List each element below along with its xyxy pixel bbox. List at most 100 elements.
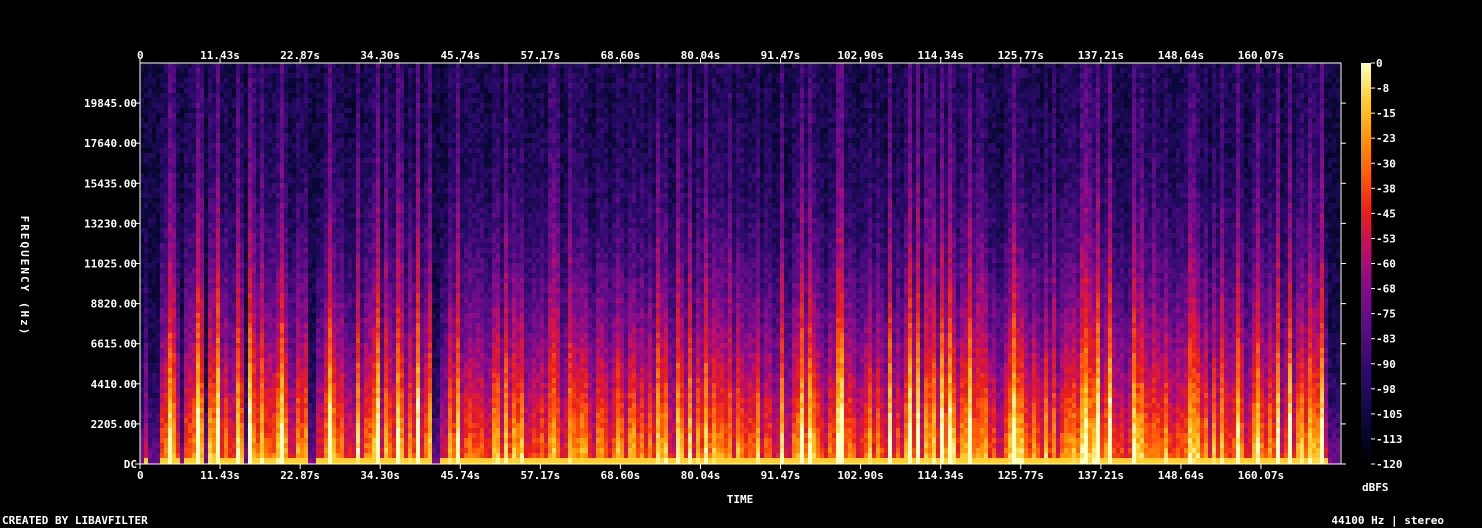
heatmap-cell	[200, 63, 204, 68]
heatmap-cell	[344, 273, 348, 278]
heatmap-cell	[244, 343, 248, 348]
heatmap-cell	[384, 278, 388, 283]
heatmap-cell	[224, 118, 228, 123]
heatmap-cell	[252, 338, 256, 343]
heatmap-cell	[232, 113, 236, 118]
heatmap-cell	[240, 448, 244, 453]
heatmap-cell	[200, 253, 204, 258]
heatmap-cell	[212, 128, 216, 133]
heatmap-cell	[264, 243, 268, 248]
heatmap-cell	[368, 93, 372, 98]
heatmap-cell	[168, 113, 172, 118]
heatmap-cell	[380, 138, 384, 143]
heatmap-cell	[296, 328, 300, 333]
heatmap-cell	[236, 238, 240, 243]
heatmap-cell	[156, 253, 160, 258]
heatmap-cell	[244, 293, 248, 298]
heatmap-cell	[336, 348, 340, 353]
heatmap-cell	[236, 158, 240, 163]
heatmap-cell	[292, 83, 296, 88]
heatmap-cell	[248, 398, 252, 403]
heatmap-cell	[384, 313, 388, 318]
heatmap-cell	[272, 148, 276, 153]
heatmap-cell	[220, 113, 224, 118]
heatmap-cell	[320, 228, 324, 233]
heatmap-cell	[384, 133, 388, 138]
heatmap-cell	[180, 123, 184, 128]
heatmap-cell	[224, 238, 228, 243]
heatmap-cell	[164, 288, 168, 293]
heatmap-cell	[360, 408, 364, 413]
heatmap-cell	[316, 338, 320, 343]
heatmap-cell	[312, 178, 316, 183]
heatmap-cell	[192, 93, 196, 98]
heatmap-cell	[300, 338, 304, 343]
heatmap-cell	[176, 288, 180, 293]
heatmap-cell	[144, 193, 148, 198]
heatmap-cell	[320, 298, 324, 303]
heatmap-cell	[376, 423, 380, 428]
heatmap-cell	[256, 388, 260, 393]
heatmap-cell	[252, 198, 256, 203]
heatmap-cell	[156, 158, 160, 163]
heatmap-cell	[192, 123, 196, 128]
heatmap-cell	[184, 138, 188, 143]
heatmap-cell	[348, 388, 352, 393]
heatmap-cell	[328, 308, 332, 313]
heatmap-cell	[320, 243, 324, 248]
heatmap-cell	[272, 153, 276, 158]
heatmap-cell	[272, 428, 276, 433]
heatmap-cell	[224, 228, 228, 233]
heatmap-cell	[152, 433, 156, 438]
heatmap-cell	[316, 308, 320, 313]
heatmap-cell	[244, 353, 248, 358]
heatmap-cell	[212, 308, 216, 313]
heatmap-cell	[368, 278, 372, 283]
heatmap-cell	[320, 143, 324, 148]
heatmap-cell	[320, 158, 324, 163]
heatmap-cell	[168, 328, 172, 333]
heatmap-cell	[168, 123, 172, 128]
heatmap-cell	[356, 128, 360, 133]
heatmap-cell	[372, 258, 376, 263]
heatmap-cell	[340, 138, 344, 143]
heatmap-cell	[312, 193, 316, 198]
heatmap-cell	[140, 263, 144, 268]
heatmap-cell	[240, 418, 244, 423]
heatmap-cell	[208, 68, 212, 73]
heatmap-cell	[220, 133, 224, 138]
heatmap-cell	[260, 348, 264, 353]
heatmap-cell	[360, 298, 364, 303]
heatmap-cell	[324, 203, 328, 208]
heatmap-cell	[380, 448, 384, 453]
heatmap-cell	[196, 353, 200, 358]
heatmap-cell	[204, 393, 208, 398]
heatmap-cell	[184, 328, 188, 333]
heatmap-cell	[260, 213, 264, 218]
heatmap-cell	[368, 183, 372, 188]
heatmap-cell	[264, 318, 268, 323]
heatmap-cell	[320, 323, 324, 328]
heatmap-cell	[372, 453, 376, 458]
heatmap-cell	[164, 88, 168, 93]
heatmap-cell	[156, 233, 160, 238]
heatmap-cell	[356, 253, 360, 258]
heatmap-cell	[344, 298, 348, 303]
heatmap-cell	[176, 88, 180, 93]
heatmap-cell	[372, 118, 376, 123]
heatmap-cell	[276, 273, 280, 278]
heatmap-cell	[160, 323, 164, 328]
heatmap-cell	[332, 218, 336, 223]
heatmap-cell	[152, 283, 156, 288]
heatmap-cell	[176, 433, 180, 438]
heatmap-cell	[380, 303, 384, 308]
heatmap-cell	[224, 183, 228, 188]
heatmap-cell	[148, 303, 152, 308]
heatmap-cell	[288, 243, 292, 248]
heatmap-cell	[336, 138, 340, 143]
heatmap-cell	[288, 173, 292, 178]
heatmap-cell	[324, 173, 328, 178]
heatmap-cell	[148, 218, 152, 223]
heatmap-cell	[372, 368, 376, 373]
heatmap-cell	[140, 123, 144, 128]
